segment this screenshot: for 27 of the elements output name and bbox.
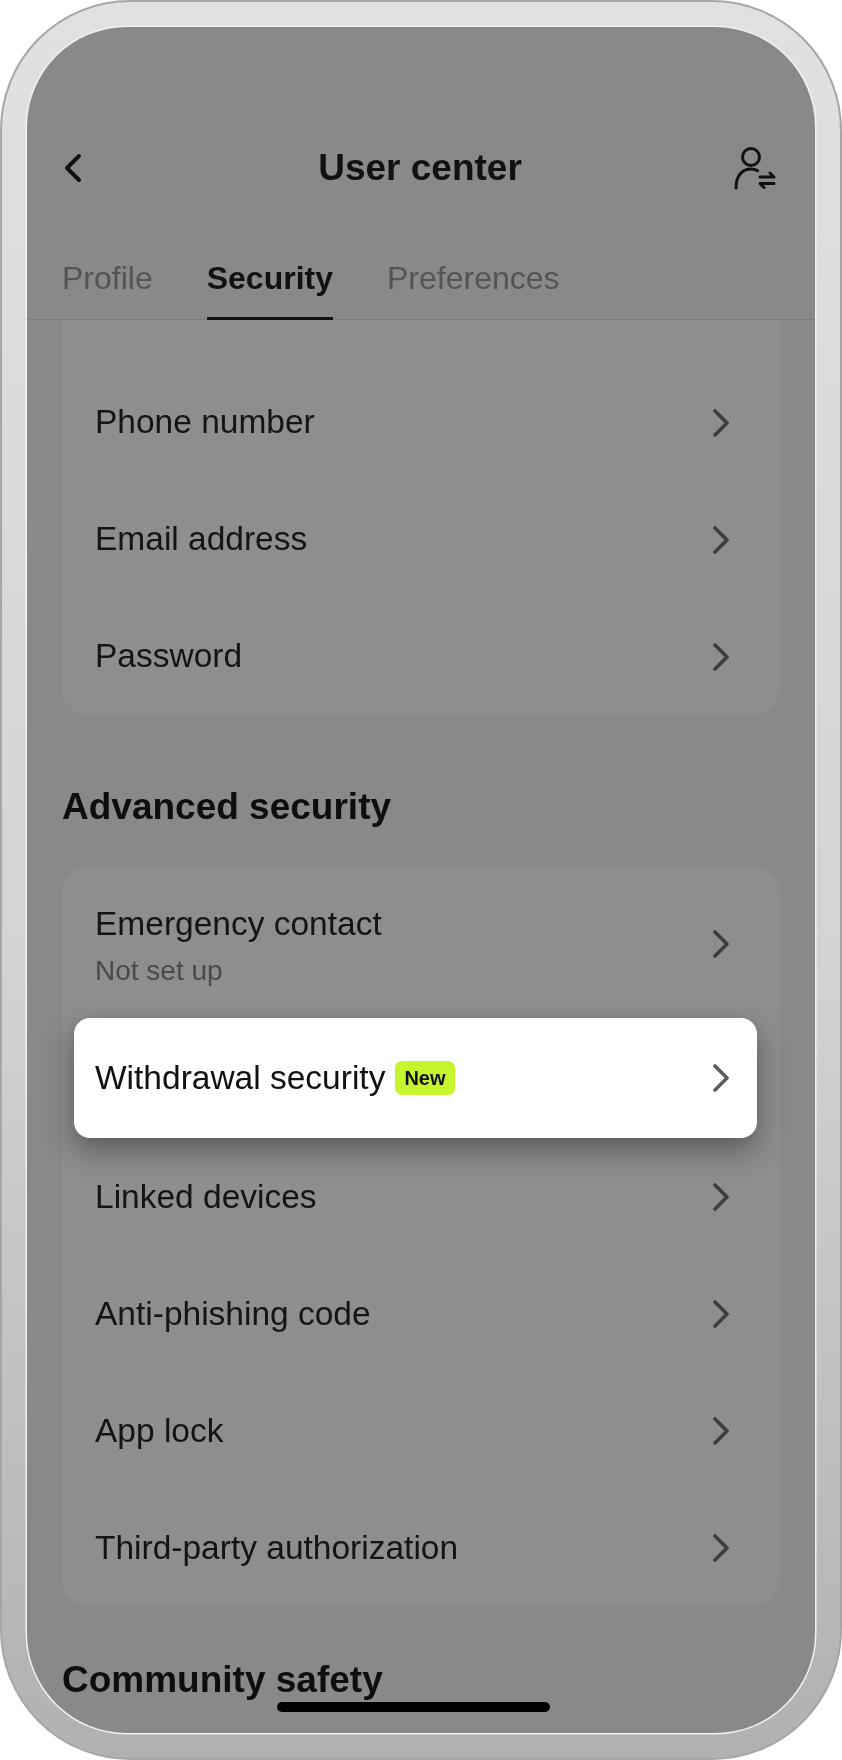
settings-row[interactable]: Withdrawal security New (74, 1018, 757, 1139)
section-heading: Community safety (62, 1660, 384, 1701)
settings-row[interactable]: App lock (62, 1372, 780, 1490)
settings-row[interactable]: Linked devices (62, 1138, 780, 1256)
chevron-right-icon (712, 1299, 730, 1328)
section-heading: Advanced security (62, 785, 393, 829)
chevron-right-icon (712, 1416, 730, 1445)
settings-row[interactable]: Email address (62, 481, 780, 598)
chevron-right-icon (712, 642, 730, 671)
status-text: Not set up (95, 954, 224, 989)
person-arrows-icon (733, 146, 777, 190)
back-button[interactable] (63, 153, 83, 183)
switch-account-button[interactable] (733, 146, 777, 190)
chevron-right-icon (712, 408, 730, 437)
settings-row[interactable]: Password (62, 598, 780, 715)
chevron-right-icon (712, 1533, 730, 1562)
settings-row[interactable]: Phone number (62, 364, 780, 481)
settings-row[interactable]: Third-party authorization (62, 1489, 780, 1607)
chevron-left-icon (63, 153, 83, 183)
chevron-right-icon (712, 1064, 730, 1093)
chevron-right-icon (712, 525, 730, 554)
settings-row[interactable]: Anti-phishing code (62, 1255, 780, 1373)
feature-badge: New (395, 1061, 455, 1096)
page-title: User center (318, 146, 522, 190)
chevron-right-icon (712, 929, 730, 958)
chevron-right-icon (712, 1182, 730, 1211)
settings-row[interactable]: Emergency contact Not set up (62, 867, 780, 1019)
